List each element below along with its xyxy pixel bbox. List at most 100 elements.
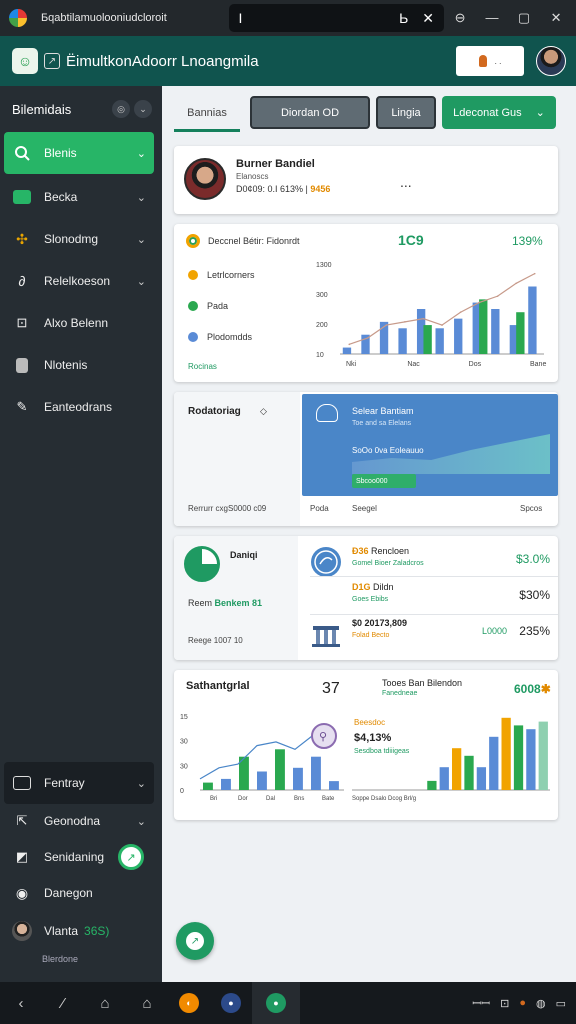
chart-bar — [221, 778, 231, 790]
compass-icon[interactable]: ↗ — [118, 844, 145, 870]
x-tick-label: Bns — [294, 796, 304, 802]
sidebar-item-eanteodrans[interactable]: ✎ Eanteodrans — [4, 386, 154, 428]
pen-icon: ✎ — [16, 399, 28, 414]
maximize-icon[interactable]: ▢ — [508, 10, 540, 26]
stats-line: Reem Benkem 81 — [188, 598, 263, 608]
chart-bar — [464, 755, 474, 790]
sidebar-item-slonodmg[interactable]: ✣ Slonodmg ⌄ — [4, 218, 154, 260]
sidebar-item-blenis[interactable]: Blenis ⌄ — [4, 132, 154, 174]
chart-card-footer: Rocinas — [188, 362, 217, 371]
tab-bannias[interactable]: Bannias — [174, 96, 240, 132]
chart-bar — [293, 767, 303, 790]
tab-dropdown[interactable]: Ldeconat Gus ⌄ — [442, 96, 556, 129]
tab-lingia[interactable]: Lingia — [376, 96, 436, 129]
sidebar-settings-icon[interactable]: ◎ — [112, 100, 130, 118]
address-tab[interactable]: I Ь ✕ — [228, 4, 445, 32]
x-tick-label: Bate — [322, 796, 335, 802]
stats-row[interactable]: $0 20173,809 Folad Becto L0000 235% — [310, 616, 550, 656]
report-footer-text: Rerrurr cxgS0000 c09 — [188, 504, 267, 513]
chart-bar — [427, 780, 437, 790]
sidebar-item-becka[interactable]: Becka ⌄ — [4, 176, 154, 218]
app-header: ☺ ↗ ËimultkonAdoorr Lnoangmila . . — [0, 36, 576, 86]
chart-line-point — [348, 343, 351, 346]
summary-card: Sathantgrlal 37 Tooes Ban Bilendon Faned… — [174, 670, 558, 820]
user-avatar — [12, 921, 32, 941]
tab-diordan[interactable]: Diordan OD — [250, 96, 370, 129]
app-blue-icon[interactable]: ● — [210, 982, 252, 1024]
export-icon: ⇱ — [16, 813, 28, 828]
link-icon: ∂ — [18, 273, 26, 289]
back-icon[interactable]: ‹ — [0, 982, 42, 1024]
chevron-down-icon: ⌄ — [136, 777, 146, 790]
account-icon[interactable]: ⊖ — [444, 10, 476, 26]
divider — [310, 614, 558, 615]
tray-icon-d[interactable]: ◍ — [536, 997, 546, 1010]
sidebar-item-relelkoeson[interactable]: ∂ Relelkoeson ⌄ — [4, 260, 154, 302]
floating-action-button[interactable]: ↗ — [176, 922, 214, 960]
green-square-icon — [8, 190, 36, 204]
user-avatar[interactable] — [536, 46, 566, 76]
report-highlight-panel[interactable]: Selear Bantiam Toe and sa Elelans SoOo 0… — [302, 394, 558, 496]
chart-line-point — [404, 321, 406, 323]
user-meta: 36S) — [84, 924, 110, 938]
chart-bar — [398, 328, 407, 354]
chart-bar — [528, 286, 537, 354]
chart-bar — [342, 347, 352, 354]
report-pill[interactable]: Sbcoo000 — [352, 474, 416, 488]
tab-extra-icon[interactable]: Ь — [399, 10, 408, 26]
chart-line-point — [496, 295, 499, 297]
report-card: Rodatoriag ◇ Selear Bantiam Toe and sa E… — [174, 392, 558, 526]
chart-bar — [329, 781, 339, 790]
sidebar-heading: Bilemidais — [12, 101, 72, 117]
compass-icon: ↗ — [186, 932, 204, 950]
header-action-button[interactable]: . . — [456, 46, 524, 76]
tray-icon-c[interactable]: ● — [519, 997, 526, 1009]
sidebar-collapse-icon[interactable]: ⌄ — [134, 100, 152, 118]
x-tick-label: Nki — [346, 361, 357, 368]
chart-card-title: Deccnel Bétir: Fidonrdt — [208, 236, 300, 246]
report-footer-text: Spcos — [520, 504, 543, 513]
chart-bar — [275, 749, 285, 790]
sidebar-user[interactable]: Vlanta 36S) — [4, 910, 154, 952]
minimize-icon[interactable]: — — [476, 10, 508, 26]
chart-line-point — [367, 337, 369, 339]
tray-icon-a[interactable]: ꟷꟷ — [472, 996, 490, 1011]
badge-icon: ⚲ — [319, 731, 327, 743]
home-icon[interactable]: ⌂ — [84, 982, 126, 1024]
chart-line-point — [459, 311, 462, 314]
chat-icon[interactable]: ▭ — [556, 997, 566, 1010]
sidebar-item-alxo-belenn[interactable]: ⊡ Alxo Belenn — [4, 302, 154, 344]
chart-line-point — [422, 317, 425, 320]
search-icon — [8, 145, 36, 161]
legend-dot-icon — [188, 332, 198, 342]
chart-line-point — [478, 301, 480, 304]
profile-subtitle: Elanoscs — [236, 172, 269, 181]
stats-line: Reege 1007 10 — [188, 636, 243, 645]
app-green-icon[interactable]: ● — [252, 982, 300, 1024]
legend-item: Pada — [188, 301, 228, 311]
chart-bar — [257, 771, 267, 790]
chart-stat-percent: 139% — [512, 234, 543, 248]
sidebar-item-danegon[interactable]: ◉ Danegon — [4, 872, 154, 914]
app-orange-icon[interactable]: ◐ — [168, 982, 210, 1024]
sidebar-item-nlotenis[interactable]: Nlotenis — [4, 344, 154, 386]
chart-bar — [203, 782, 213, 790]
sidebar-header: Bilemidais ◎ ⌄ — [0, 86, 162, 132]
more-options-icon[interactable]: ... — [400, 174, 412, 190]
close-icon[interactable]: ✕ — [540, 10, 572, 26]
top-tabs: Bannias Diordan OD Lingia Ldeconat Gus ⌄ — [162, 86, 576, 142]
sidebar: Bilemidais ◎ ⌄ Blenis ⌄ Becka ⌄ ✣ Slonod… — [0, 86, 162, 982]
window-title: Бqabtilamuolooniudcloroit — [40, 12, 167, 24]
tray-icon-b[interactable]: ⊡ — [500, 997, 509, 1010]
pen-icon[interactable]: ⁄ — [42, 982, 84, 1024]
stats-row[interactable]: Ð36 Rencloen Gomel Bioer Zaladcros $3.0% — [310, 544, 550, 584]
taskbar: ‹ ⁄ ⌂ ⌂ ◐ ● ● ꟷꟷ ⊡ ● ◍ ▭ — [0, 982, 576, 1024]
chart-icon: ↗ — [44, 53, 60, 69]
chart-bar — [452, 748, 462, 790]
report-dropdown-icon[interactable]: ◇ — [260, 406, 267, 417]
chart-bar — [439, 767, 449, 790]
house-icon[interactable]: ⌂ — [126, 982, 168, 1024]
tab-close-icon[interactable]: ✕ — [422, 10, 434, 27]
chart-card: Deccnel Bétir: Fidonrdt 1C9 139% Letrlco… — [174, 224, 558, 382]
sidebar-item-fentray[interactable]: Fentray ⌄ — [4, 762, 154, 804]
